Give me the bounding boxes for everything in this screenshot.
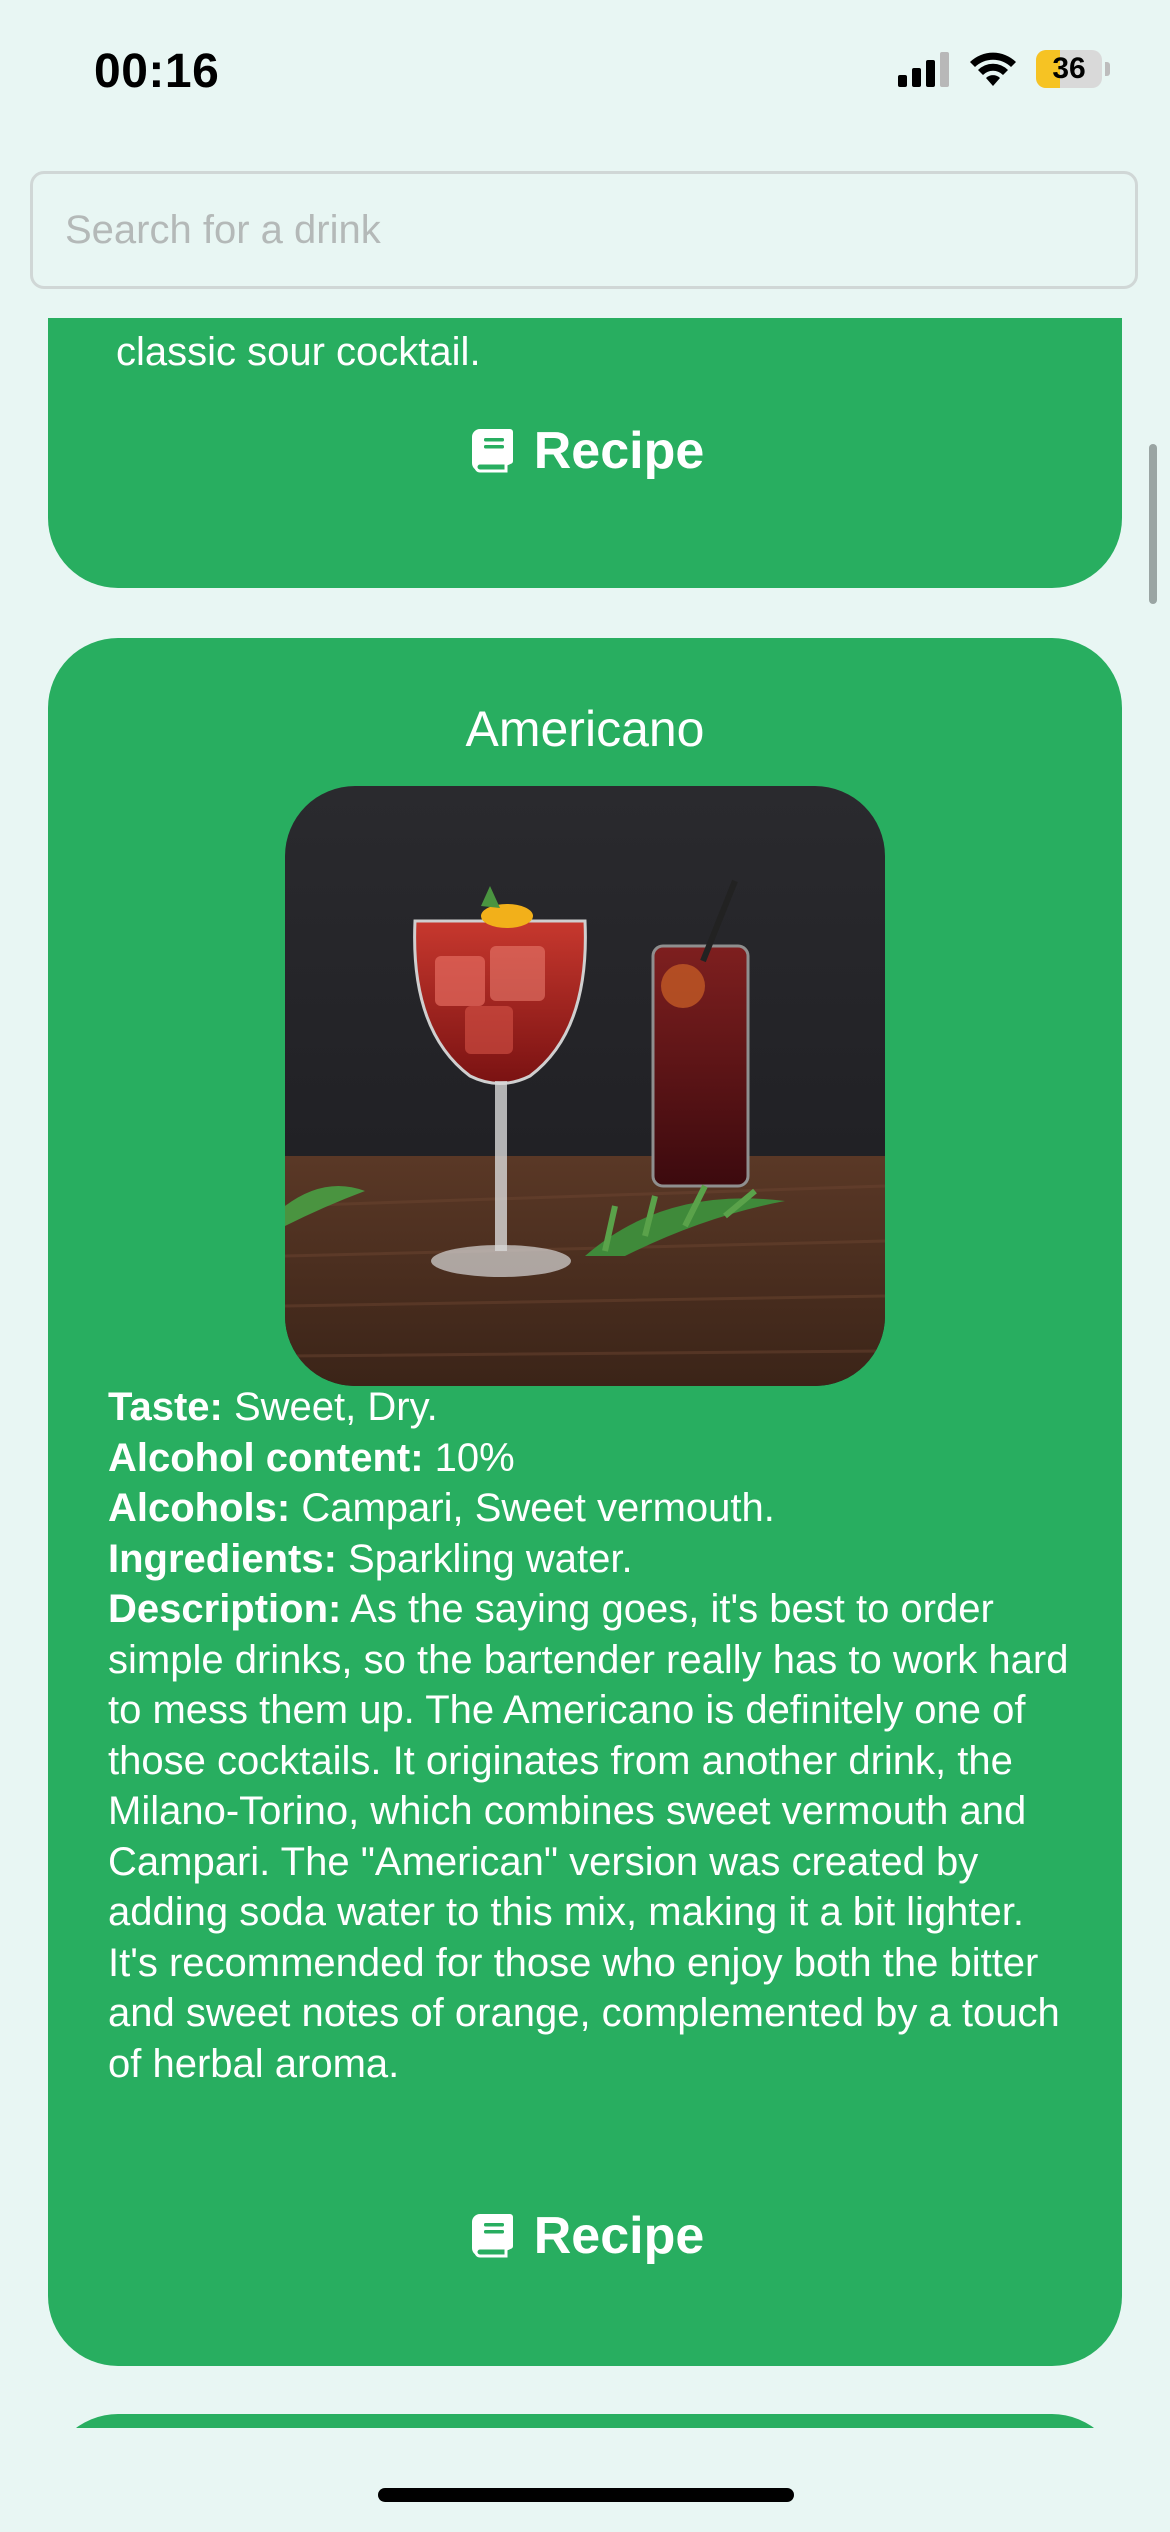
ingredients-label: Ingredients: — [108, 1536, 337, 1581]
book-icon — [471, 2214, 513, 2258]
search-input[interactable] — [33, 174, 1135, 286]
drink-card: Americano Taste: Sweet, Dry. Alcohol con… — [48, 638, 1122, 2366]
cellular-signal-icon — [898, 52, 949, 87]
alcohol-content-value: 10% — [423, 1435, 515, 1480]
recipe-label: Recipe — [533, 2207, 705, 2265]
alcohol-content-row: Alcohol content: 10% — [108, 1433, 1072, 1484]
drink-image — [285, 786, 885, 1386]
previous-description-tail: classic sour cocktail. — [116, 330, 481, 374]
description-row: Description: As the saying goes, it's be… — [108, 1584, 1072, 2089]
drink-title: Americano — [465, 701, 705, 757]
recipe-button[interactable]: Recipe — [48, 421, 1122, 481]
status-time: 00:16 — [94, 45, 220, 98]
description-label: Description: — [108, 1587, 342, 1631]
description-value: As the saying goes, it's best to order s… — [108, 1587, 1069, 2086]
search-bar[interactable] — [30, 171, 1138, 289]
wifi-icon — [970, 52, 1016, 86]
drink-card-previous: classic sour cocktail. Recipe — [48, 318, 1122, 588]
drink-info: Taste: Sweet, Dry. Alcohol content: 10% … — [108, 1382, 1072, 2089]
recipe-button[interactable]: Recipe — [48, 2206, 1122, 2266]
ingredients-row: Ingredients: Sparkling water. — [108, 1534, 1072, 1585]
drink-card-next — [48, 2414, 1122, 2428]
taste-value: Sweet, Dry. — [222, 1385, 438, 1429]
status-icons: 36 — [898, 50, 1110, 88]
americano-cocktail-photo — [285, 786, 885, 1386]
taste-row: Taste: Sweet, Dry. — [108, 1382, 1072, 1433]
drink-list[interactable]: classic sour cocktail. Recipe Americano — [0, 318, 1170, 2428]
recipe-label: Recipe — [533, 422, 705, 480]
scrollbar[interactable] — [1149, 444, 1157, 604]
battery-percentage: 36 — [1052, 52, 1086, 85]
home-indicator[interactable] — [378, 2488, 794, 2502]
book-icon — [471, 429, 513, 473]
taste-label: Taste: — [108, 1385, 223, 1429]
alcohols-label: Alcohols: — [108, 1486, 291, 1530]
ingredients-value: Sparkling water. — [336, 1536, 633, 1581]
alcohols-value: Campari, Sweet vermouth. — [290, 1486, 775, 1530]
battery-icon: 36 — [1036, 50, 1110, 88]
status-bar: 00:16 36 — [0, 0, 1170, 150]
alcohol-content-label: Alcohol content: — [108, 1435, 424, 1480]
alcohols-row: Alcohols: Campari, Sweet vermouth. — [108, 1483, 1072, 1534]
